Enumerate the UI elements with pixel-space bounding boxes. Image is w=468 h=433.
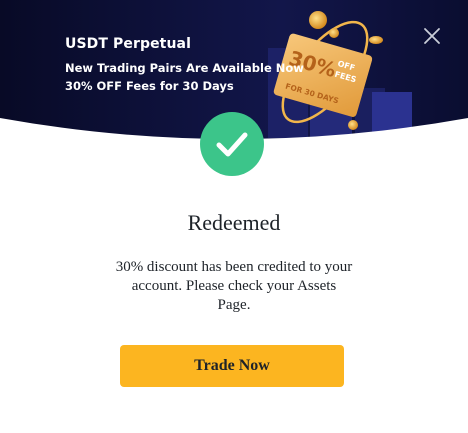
banner-offer: 30% OFF Fees for 30 Days (65, 79, 234, 93)
trade-now-button[interactable]: Trade Now (120, 345, 344, 387)
banner-text-block: USDT Perpetual New Trading Pairs Are Ava… (65, 34, 304, 95)
banner-title: USDT Perpetual (65, 36, 191, 52)
coin-icon (309, 11, 327, 29)
dialog-message: 30% discount has been credited to your a… (115, 259, 353, 313)
coin-icon (329, 28, 339, 38)
coin-icon (348, 120, 358, 130)
coin-icon (369, 36, 383, 44)
banner-subtitle: New Trading Pairs Are Available Now (65, 61, 304, 75)
dialog-heading: Redeemed (187, 210, 281, 235)
close-icon (424, 28, 440, 44)
close-button[interactable] (420, 24, 444, 48)
check-circle-icon (200, 112, 264, 176)
